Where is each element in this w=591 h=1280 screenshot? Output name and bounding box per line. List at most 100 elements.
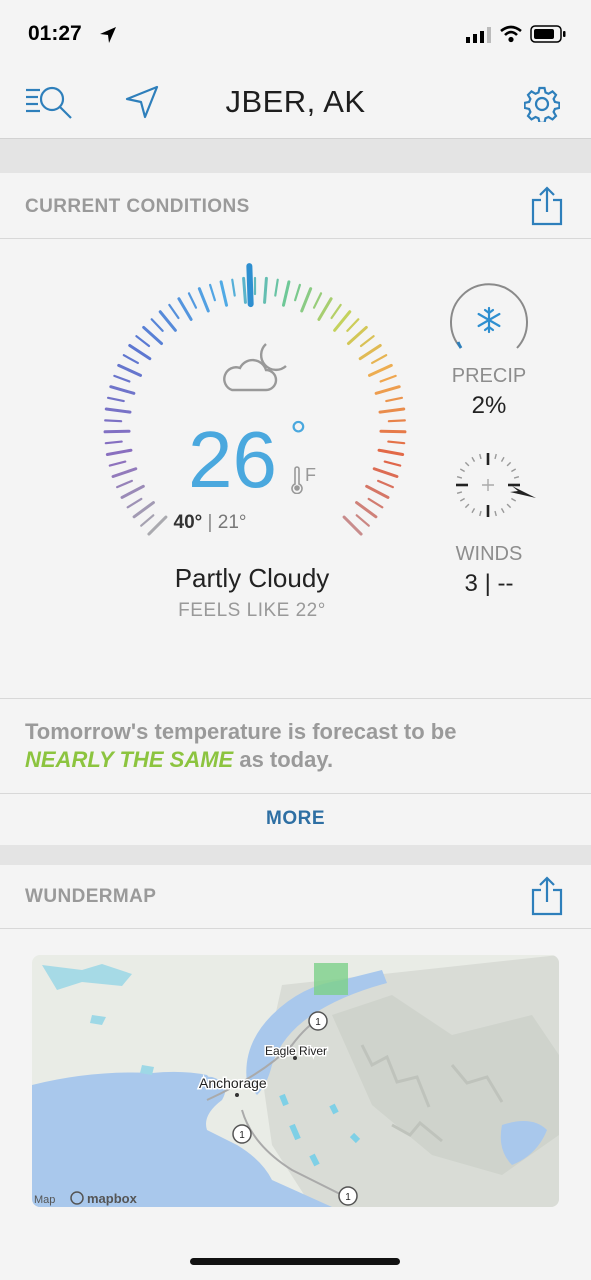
dial-tick — [281, 280, 291, 307]
dial-tick — [317, 297, 333, 321]
dial-tick — [378, 407, 406, 414]
dial-tick — [242, 276, 247, 304]
high-low: 40° | 21° — [0, 512, 420, 534]
map-label-anchorage: Anchorage — [199, 1075, 267, 1091]
compass-tick — [511, 497, 517, 502]
dial-tick — [294, 283, 302, 302]
wundermap-map[interactable]: 1 1 1 Eagle River Anchorage Map mapbox — [32, 955, 559, 1207]
dial-tick — [177, 297, 193, 321]
winds-label: WINDS — [455, 543, 523, 565]
dial-tick — [374, 385, 401, 395]
home-indicator — [190, 1258, 400, 1265]
dial-tick — [106, 396, 125, 403]
divider — [0, 698, 591, 699]
dial-tick — [387, 419, 406, 423]
dial-tick — [300, 287, 313, 313]
compass-tick — [506, 503, 512, 509]
compass-tick — [464, 461, 470, 467]
dial-tick — [346, 318, 360, 332]
dial-tick — [113, 374, 131, 383]
route-marker: 1 — [315, 1017, 321, 1028]
degree-symbol: ° — [290, 412, 307, 459]
dial-tick — [104, 419, 123, 423]
mapbox-logo: mapbox — [87, 1191, 138, 1206]
compass-center — [482, 479, 494, 491]
compass-tick — [471, 508, 476, 514]
dial-tick — [383, 460, 402, 467]
dial-indicator — [246, 263, 254, 308]
dial-tick — [231, 278, 236, 297]
dial-tick — [116, 479, 133, 489]
current-conditions-title: CURRENT CONDITIONS — [25, 196, 250, 217]
status-time: 01:27 — [28, 22, 82, 45]
dial-tick — [379, 429, 407, 434]
location-arrow-icon — [98, 25, 118, 45]
dial-tick — [372, 467, 399, 479]
dial-tick — [109, 385, 136, 395]
dial-tick — [359, 335, 375, 348]
dial-tick — [120, 484, 145, 499]
compass-tick — [513, 476, 520, 479]
dial-tick — [128, 343, 152, 361]
compass-tick — [500, 508, 505, 514]
winds-value: 3 | -- — [464, 570, 514, 597]
battery-icon — [530, 25, 566, 43]
wind-compass-icon[interactable] — [452, 450, 538, 520]
dial-tick — [168, 303, 180, 320]
compass-tick — [456, 476, 463, 479]
dial-tick — [330, 303, 342, 320]
precip-value: 2% — [471, 392, 507, 419]
forecast-highlight: NEARLY THE SAME — [25, 747, 234, 772]
more-button[interactable]: MORE — [0, 808, 591, 830]
dial-tick — [377, 479, 394, 489]
wundermap-title: WUNDERMAP — [25, 886, 157, 907]
compass-tick — [459, 468, 465, 473]
dial-tick — [187, 292, 198, 309]
divider — [0, 928, 591, 929]
condition-text: Partly Cloudy — [174, 563, 330, 593]
signal-icon — [466, 27, 492, 43]
compass-tick — [511, 468, 517, 473]
dial-tick — [142, 325, 164, 346]
dial-tick — [158, 310, 177, 332]
dial-tick — [358, 343, 382, 361]
wifi-icon — [500, 25, 522, 43]
map-label-eagle-river: Eagle River — [265, 1044, 327, 1058]
wind-direction-arrow — [510, 486, 536, 498]
dial-tick — [104, 440, 123, 445]
forecast-lead: Tomorrow's temperature is forecast to be — [25, 719, 457, 744]
dial-tick — [105, 448, 133, 456]
dial-tick — [377, 448, 405, 456]
gear-icon[interactable] — [524, 86, 560, 122]
compass-tick — [456, 491, 463, 494]
divider — [0, 238, 591, 239]
dial-tick — [367, 363, 393, 377]
high-low-divider: | — [207, 512, 213, 533]
share-icon[interactable] — [531, 876, 563, 916]
compass-tick — [464, 503, 470, 509]
compass-tick — [506, 461, 512, 467]
compass-tick — [494, 510, 497, 517]
dial-tick — [367, 497, 384, 509]
high-temp: 40° — [173, 512, 203, 533]
dial-tick — [126, 497, 143, 509]
map-credit: Map — [34, 1194, 55, 1206]
dial-tick — [117, 363, 143, 377]
dial-tick — [346, 325, 368, 346]
forecast-text: Tomorrow's temperature is forecast to be… — [25, 718, 565, 774]
dial-tick — [274, 278, 279, 297]
dial-tick — [219, 280, 229, 307]
share-icon[interactable] — [531, 186, 563, 226]
temperature-unit: F — [305, 465, 316, 485]
dial-tick — [135, 335, 151, 348]
dial-tick — [108, 460, 127, 467]
dial-tick — [385, 396, 404, 403]
location-title[interactable]: JBER, AK — [0, 84, 591, 120]
dial-tick — [263, 276, 268, 304]
feels-like: FEELS LIKE 22° — [178, 600, 326, 621]
divider — [0, 793, 591, 794]
dial-tick — [365, 484, 390, 499]
compass-tick — [479, 510, 482, 517]
dial-tick — [104, 407, 132, 414]
dial-tick — [150, 318, 164, 332]
